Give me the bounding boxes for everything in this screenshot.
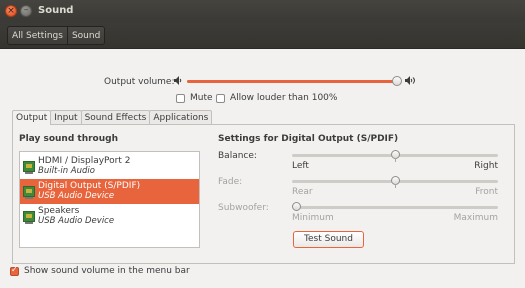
window-title: Sound <box>38 5 74 16</box>
show-in-menu-bar-option[interactable]: Show sound volume in the menu bar <box>10 265 190 276</box>
breadcrumb-sound[interactable]: Sound <box>66 27 104 44</box>
device-name: Digital Output (S/PDIF) <box>38 181 141 191</box>
balance-center-tick <box>395 158 396 162</box>
device-subtitle: Built-in Audio <box>38 166 95 176</box>
tab-sound-effects[interactable]: Sound Effects <box>80 110 151 124</box>
speaker-high-icon <box>405 76 416 88</box>
minimize-window-button[interactable]: – <box>20 5 32 17</box>
play-sound-through-heading: Play sound through <box>19 134 118 144</box>
breadcrumb-all-settings[interactable]: All Settings <box>8 27 67 44</box>
sound-card-icon <box>23 186 35 199</box>
settings-heading: Settings for Digital Output (S/PDIF) <box>218 134 399 144</box>
subwoofer-min-label: Minimum <box>292 213 334 223</box>
fade-center-tick <box>395 184 396 188</box>
mute-checkbox[interactable] <box>176 93 185 103</box>
sound-settings-content: Output volume: Mute Allow louder than 10… <box>0 50 525 288</box>
balance-left-label: Left <box>292 161 309 171</box>
output-volume-handle[interactable] <box>391 76 402 86</box>
close-icon: × <box>7 6 15 16</box>
sound-card-icon <box>23 211 35 224</box>
breadcrumb: All Settings Sound <box>7 26 106 45</box>
title-bar: × – Sound <box>0 0 525 23</box>
tab-applications[interactable]: Applications <box>149 110 213 124</box>
output-device-list: HDMI / DisplayPort 2 Built-in Audio Digi… <box>19 151 200 248</box>
fade-front-label: Front <box>475 187 498 197</box>
minimize-icon: – <box>23 5 29 15</box>
device-subtitle: USB Audio Device <box>38 216 115 226</box>
output-volume-label: Output volume: <box>104 77 175 87</box>
tab-bar: Output Input Sound Effects Applications <box>12 110 213 125</box>
test-sound-button[interactable]: Test Sound <box>293 231 364 248</box>
output-panel: Play sound through HDMI / DisplayPort 2 … <box>12 124 515 264</box>
device-speakers[interactable]: Speakers USB Audio Device <box>20 204 199 229</box>
tab-output[interactable]: Output <box>12 110 52 125</box>
sound-card-icon <box>23 161 35 174</box>
balance-label: Balance: <box>218 151 257 161</box>
subwoofer-max-label: Maximum <box>453 213 498 223</box>
allow-louder-option[interactable]: Allow louder than 100% <box>216 93 337 103</box>
output-volume-slider[interactable] <box>187 76 402 86</box>
speaker-low-icon <box>174 76 183 88</box>
device-name: HDMI / DisplayPort 2 <box>38 156 131 166</box>
balance-slider[interactable] <box>292 150 498 162</box>
close-window-button[interactable]: × <box>5 5 17 17</box>
subwoofer-handle[interactable] <box>292 202 301 211</box>
device-digital-output[interactable]: Digital Output (S/PDIF) USB Audio Device <box>20 179 199 204</box>
device-hdmi[interactable]: HDMI / DisplayPort 2 Built-in Audio <box>20 154 199 179</box>
subwoofer-label: Subwoofer: <box>218 203 269 213</box>
allow-louder-label: Allow louder than 100% <box>230 93 338 103</box>
show-in-menu-bar-label: Show sound volume in the menu bar <box>24 266 190 276</box>
device-subtitle: USB Audio Device <box>38 191 115 201</box>
balance-right-label: Right <box>474 161 498 171</box>
device-name: Speakers <box>38 206 80 216</box>
fade-label: Fade: <box>218 177 243 187</box>
output-volume-fill <box>187 80 397 83</box>
mute-label: Mute <box>190 93 213 103</box>
allow-louder-checkbox[interactable] <box>216 93 225 103</box>
fade-slider[interactable] <box>292 176 498 188</box>
tab-input[interactable]: Input <box>50 110 82 124</box>
fade-rear-label: Rear <box>292 187 313 197</box>
toolbar: All Settings Sound <box>0 23 525 49</box>
mute-option[interactable]: Mute <box>176 93 213 103</box>
show-in-menu-bar-checkbox[interactable] <box>10 265 19 276</box>
subwoofer-slider[interactable] <box>292 202 498 211</box>
